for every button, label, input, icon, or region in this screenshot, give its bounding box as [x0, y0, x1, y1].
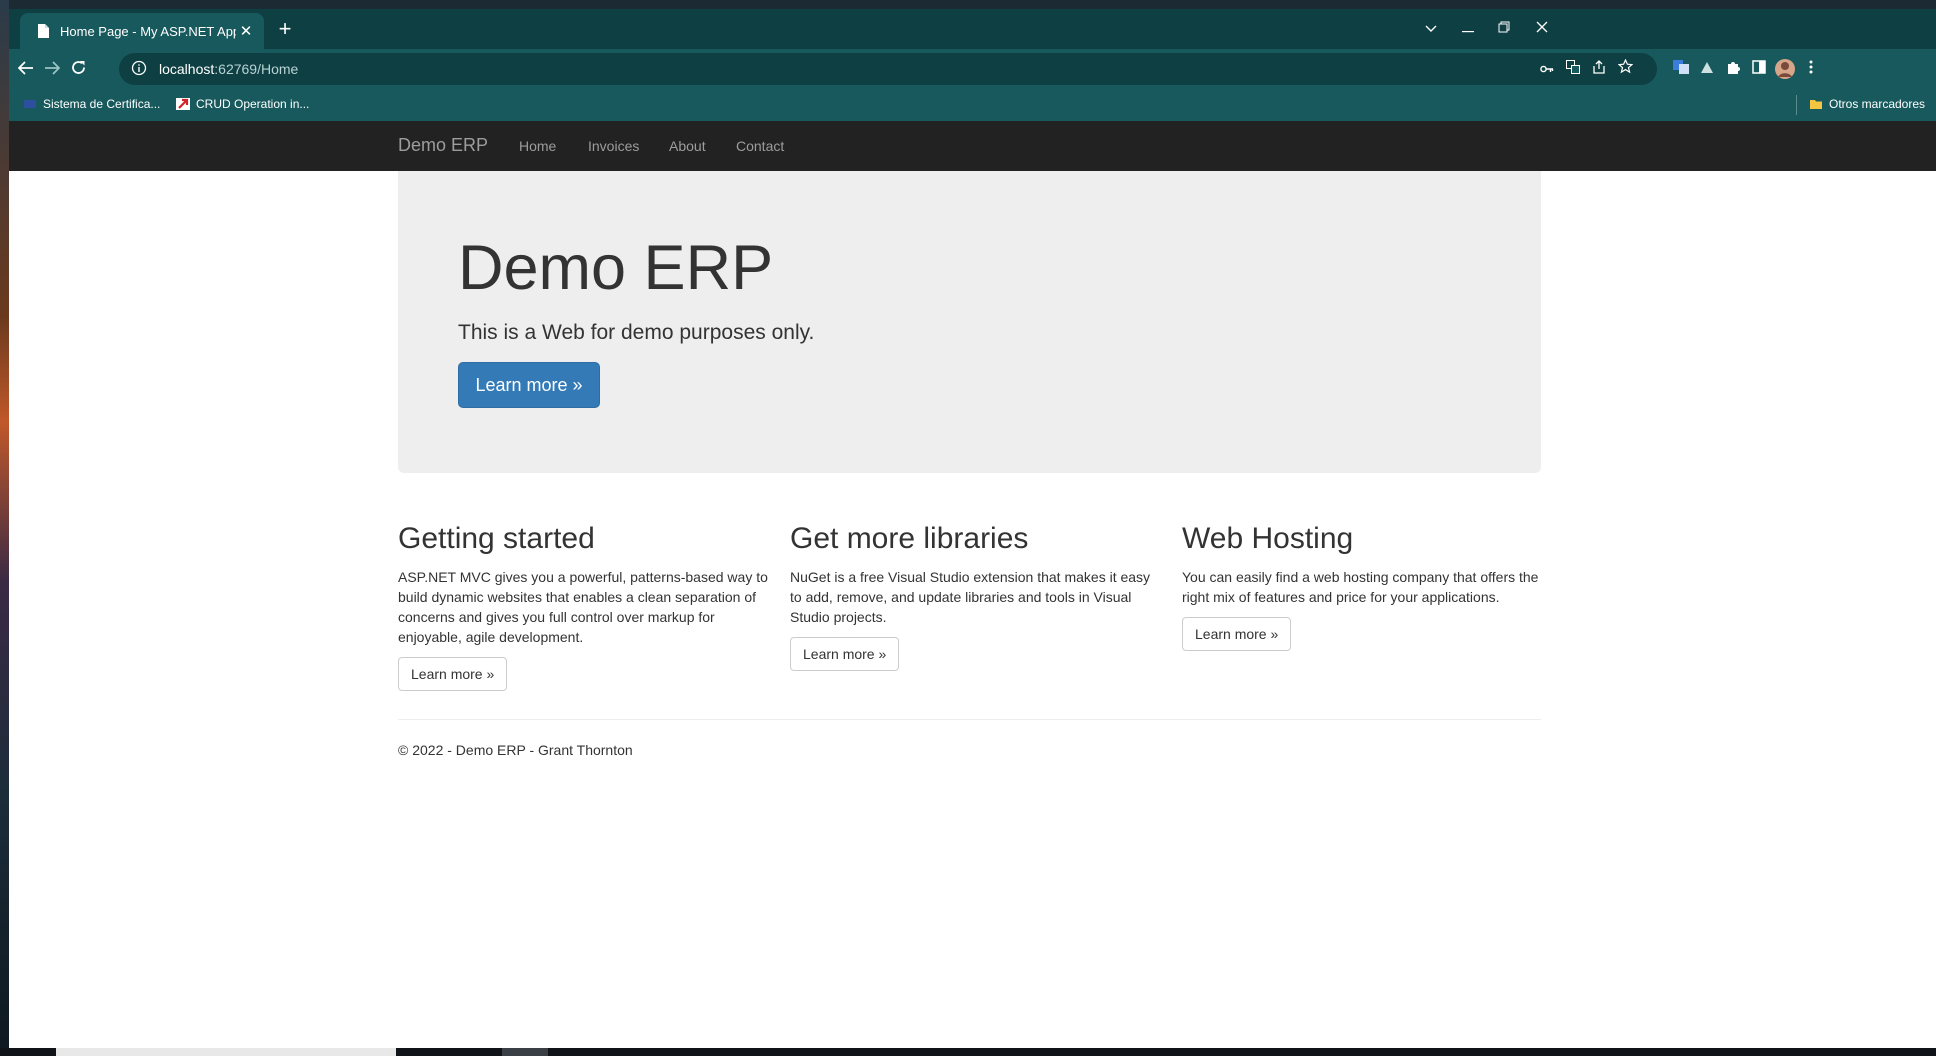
bookmark-label: Sistema de Certifica...: [43, 97, 161, 111]
nav-link-home[interactable]: Home: [519, 138, 556, 154]
address-bar[interactable]: localhost:62769/Home: [119, 53, 1657, 85]
browser-window: Home Page - My ASP.NET Applic ✕ + localh…: [9, 9, 1936, 1056]
share-icon[interactable]: [1589, 59, 1609, 79]
restore-icon[interactable]: [1486, 15, 1522, 43]
desktop-wallpaper: [0, 0, 9, 1056]
forward-arrow-icon[interactable]: [38, 55, 66, 83]
extension-icon[interactable]: [1697, 59, 1717, 79]
hero-lead: This is a Web for demo purposes only.: [458, 321, 815, 344]
side-panel-icon[interactable]: [1749, 59, 1769, 79]
footer-divider: [398, 719, 1541, 720]
key-icon[interactable]: [1537, 59, 1557, 79]
reload-icon[interactable]: [64, 55, 92, 83]
browser-titlebar: Home Page - My ASP.NET Applic ✕ +: [9, 9, 1936, 49]
nav-link-contact[interactable]: Contact: [736, 138, 784, 154]
column-web-hosting: Web Hosting You can easily find a web ho…: [1182, 521, 1552, 651]
translate-icon[interactable]: [1563, 59, 1583, 79]
avatar-icon[interactable]: [1774, 58, 1795, 79]
column-heading: Get more libraries: [790, 522, 1029, 555]
bookmark-label: CRUD Operation in...: [196, 97, 310, 111]
navbar-brand[interactable]: Demo ERP: [398, 135, 488, 156]
column-heading: Web Hosting: [1182, 522, 1354, 555]
bookmark-item[interactable]: Sistema de Certifica...: [23, 97, 160, 111]
page-viewport: Demo ERP Home Invoices About Contact Dem…: [9, 121, 1936, 1056]
close-window-icon[interactable]: [1524, 15, 1560, 43]
star-icon[interactable]: [1615, 58, 1635, 79]
nav-link-about[interactable]: About: [669, 138, 706, 154]
url-text[interactable]: localhost:62769/Home: [159, 61, 298, 77]
column-heading: Getting started: [398, 522, 595, 555]
hero-jumbotron: Demo ERP This is a Web for demo purposes…: [398, 171, 1541, 473]
kebab-menu-icon[interactable]: [1801, 59, 1821, 79]
bookmark-item[interactable]: CRUD Operation in...: [176, 97, 309, 111]
other-bookmarks[interactable]: Otros marcadores: [1809, 97, 1925, 111]
taskbar-search-box[interactable]: [56, 1048, 396, 1056]
tab-search-icon[interactable]: [1413, 15, 1449, 43]
browser-toolbar: localhost:62769/Home: [9, 49, 1936, 89]
column-text: ASP.NET MVC gives you a powerful, patter…: [398, 569, 768, 645]
column-getting-started: Getting started ASP.NET MVC gives you a …: [398, 521, 768, 691]
browser-tab-active[interactable]: Home Page - My ASP.NET Applic ✕: [20, 13, 264, 49]
bookmarks-bar: Sistema de Certifica... CRUD Operation i…: [9, 89, 1936, 121]
back-arrow-icon[interactable]: [12, 55, 40, 83]
url-host: localhost: [159, 61, 215, 77]
footer-text: © 2022 - Demo ERP - Grant Thornton: [398, 742, 633, 758]
minimize-icon[interactable]: [1450, 15, 1486, 43]
bookmark-site-icon: [176, 97, 190, 111]
page-icon: [36, 23, 50, 39]
other-bookmarks-label: Otros marcadores: [1829, 97, 1926, 111]
tab-title: Home Page - My ASP.NET Applic: [60, 23, 236, 39]
taskbar-fragment: [0, 1048, 1936, 1056]
learn-more-button[interactable]: Learn more »: [398, 657, 508, 691]
bookmark-site-icon: [23, 97, 37, 111]
hero-title: Demo ERP: [458, 233, 774, 303]
url-path: :62769/Home: [214, 61, 299, 77]
learn-more-button[interactable]: Learn more »: [790, 637, 900, 671]
taskbar-app-button[interactable]: [502, 1048, 548, 1056]
folder-icon: [1809, 97, 1823, 111]
column-text: You can easily find a web hosting compan…: [1182, 569, 1539, 605]
info-icon[interactable]: [131, 60, 147, 76]
nav-link-invoices[interactable]: Invoices: [588, 138, 639, 154]
bookmarks-divider: [1796, 95, 1797, 115]
column-text: NuGet is a free Visual Studio extension …: [790, 569, 1151, 625]
new-tab-button[interactable]: +: [272, 17, 298, 43]
column-get-more-libraries: Get more libraries NuGet is a free Visua…: [790, 521, 1160, 671]
puzzle-icon[interactable]: [1723, 59, 1743, 79]
translate-extension-icon[interactable]: [1671, 59, 1691, 79]
hero-learn-more-button[interactable]: Learn more »: [458, 362, 600, 408]
learn-more-button[interactable]: Learn more »: [1182, 617, 1292, 651]
tab-close-icon[interactable]: ✕: [236, 22, 256, 40]
site-navbar: Demo ERP Home Invoices About Contact: [9, 121, 1936, 171]
